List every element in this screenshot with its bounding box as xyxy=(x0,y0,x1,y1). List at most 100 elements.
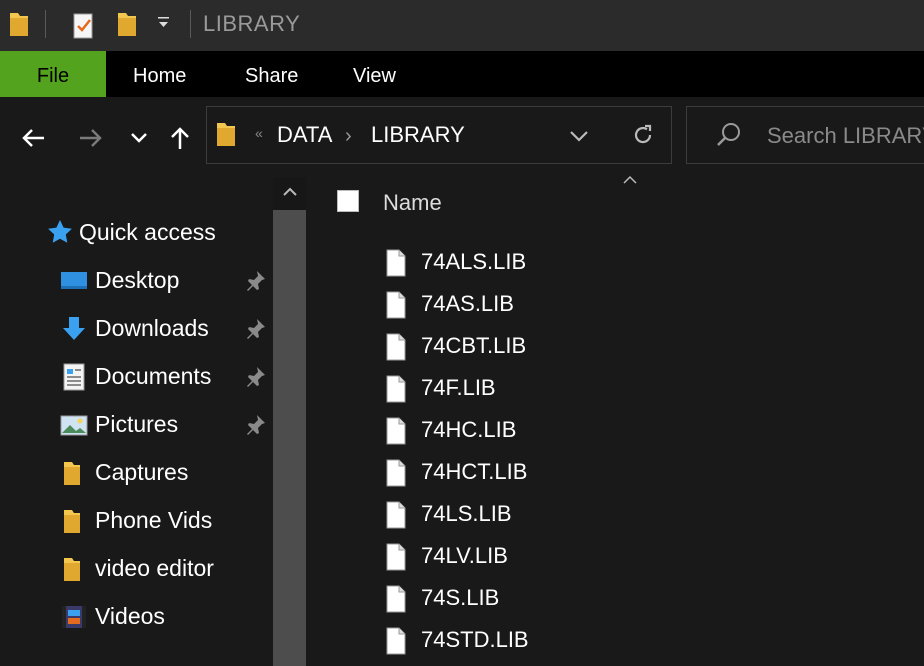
search-box[interactable]: Search LIBRARY xyxy=(686,106,924,164)
desktop-icon xyxy=(60,267,88,295)
refresh-icon xyxy=(634,124,652,144)
ribbon-tabs: File Home Share View xyxy=(0,51,924,97)
documents-icon xyxy=(60,363,88,391)
list-item[interactable]: 74LV.LIB xyxy=(310,535,924,577)
breadcrumb-overflow[interactable]: « xyxy=(255,125,263,141)
forward-button[interactable] xyxy=(74,121,108,155)
new-folder-icon[interactable] xyxy=(116,8,138,45)
sidebar-item-quick-access[interactable]: Quick access xyxy=(0,211,273,255)
chevron-down-icon xyxy=(131,133,147,143)
sidebar-item-documents[interactable]: Documents xyxy=(0,355,273,399)
sidebar-item-label: Captures xyxy=(95,459,189,485)
pin-icon[interactable] xyxy=(243,269,267,293)
list-item[interactable]: 74CBT.LIB xyxy=(310,325,924,367)
scrollbar-thumb[interactable] xyxy=(273,210,306,666)
file-icon xyxy=(386,543,406,576)
pictures-icon xyxy=(60,411,88,439)
list-item[interactable]: 74ALS.LIB xyxy=(310,241,924,283)
breadcrumb-library[interactable]: LIBRARY xyxy=(371,122,465,148)
breadcrumb-data[interactable]: DATA xyxy=(277,122,332,148)
file-name: 74S.LIB xyxy=(421,585,500,610)
sidebar-item-downloads[interactable]: Downloads xyxy=(0,307,273,351)
file-name: 74LV.LIB xyxy=(421,543,508,568)
up-arrow-icon xyxy=(171,127,189,149)
address-dropdown-button[interactable] xyxy=(569,129,589,147)
tab-share[interactable]: Share xyxy=(245,51,298,97)
tab-file[interactable]: File xyxy=(0,51,106,97)
videos-icon xyxy=(60,603,88,631)
file-icon xyxy=(386,291,406,324)
address-bar[interactable]: « DATA › LIBRARY xyxy=(206,106,672,164)
refresh-button[interactable] xyxy=(631,123,655,152)
sidebar-item-label: Documents xyxy=(95,363,212,389)
file-icon xyxy=(386,249,406,282)
file-name: 74AS.LIB xyxy=(421,291,514,316)
divider xyxy=(190,10,191,38)
pin-icon[interactable] xyxy=(243,413,267,437)
file-icon xyxy=(386,459,406,492)
sort-ascending-icon xyxy=(622,173,638,191)
file-icon xyxy=(386,501,406,534)
divider xyxy=(45,10,46,38)
file-name: 74HC.LIB xyxy=(421,417,517,442)
list-item[interactable]: 74HCT.LIB xyxy=(310,451,924,493)
title-bar: LIBRARY xyxy=(0,0,924,51)
pin-icon[interactable] xyxy=(243,317,267,341)
properties-icon[interactable] xyxy=(72,8,96,45)
sidebar-item-label: Videos xyxy=(95,603,165,629)
downloads-icon xyxy=(60,315,88,343)
back-button[interactable] xyxy=(16,121,50,155)
search-input[interactable]: Search LIBRARY xyxy=(767,123,924,149)
navigation-bar: « DATA › LIBRARY Search LIBRARY xyxy=(0,97,924,177)
file-list: Name 74ALS.LIB 74AS.LIB 74CBT.LIB 74F.LI… xyxy=(310,175,924,666)
sidebar-item-label: video editor xyxy=(95,555,214,581)
file-icon xyxy=(386,627,406,660)
sidebar-scrollbar[interactable] xyxy=(273,177,306,666)
folder-icon xyxy=(60,459,88,487)
sidebar-item-video-editor[interactable]: video editor xyxy=(0,547,273,591)
up-button[interactable] xyxy=(163,121,197,155)
folder-icon xyxy=(60,507,88,535)
list-item[interactable]: 74HC.LIB xyxy=(310,409,924,451)
sidebar-item-label: Pictures xyxy=(95,411,179,437)
file-icon xyxy=(386,375,406,408)
column-header-name[interactable]: Name xyxy=(383,190,442,216)
list-item[interactable]: 74F.LIB xyxy=(310,367,924,409)
file-name: 74F.LIB xyxy=(421,375,496,400)
customize-toolbar-icon[interactable] xyxy=(156,14,172,39)
scroll-up-icon[interactable] xyxy=(282,185,298,203)
folder-icon xyxy=(215,119,237,154)
select-all-checkbox[interactable] xyxy=(337,190,359,212)
list-item[interactable]: 74AS.LIB xyxy=(310,283,924,325)
list-item[interactable]: 74S.LIB xyxy=(310,577,924,619)
recent-locations-button[interactable] xyxy=(122,121,156,155)
tab-home[interactable]: Home xyxy=(133,51,186,97)
file-icon xyxy=(386,333,406,366)
list-item[interactable]: 74STD.LIB xyxy=(310,619,924,661)
sidebar-item-pictures[interactable]: Pictures xyxy=(0,403,273,447)
folder-icon xyxy=(60,555,88,583)
file-name: 74CBT.LIB xyxy=(421,333,527,358)
file-name: 74ALS.LIB xyxy=(421,249,527,274)
breadcrumb-separator-icon[interactable]: › xyxy=(345,125,352,148)
list-item[interactable]: 74LS.LIB xyxy=(310,493,924,535)
sidebar-item-label: Downloads xyxy=(95,315,209,341)
folder-icon[interactable] xyxy=(8,8,30,45)
sidebar-item-phone-vids[interactable]: Phone Vids xyxy=(0,499,273,543)
pin-icon[interactable] xyxy=(243,365,267,389)
sidebar-item-label: Desktop xyxy=(95,267,180,293)
window-title: LIBRARY xyxy=(203,11,301,36)
file-name: 74STD.LIB xyxy=(421,627,529,652)
file-icon xyxy=(386,585,406,618)
search-icon xyxy=(715,121,743,154)
navigation-pane: Quick access Desktop Downloads Documents xyxy=(0,177,273,666)
sidebar-item-captures[interactable]: Captures xyxy=(0,451,273,495)
sidebar-item-desktop[interactable]: Desktop xyxy=(0,259,273,303)
forward-arrow-icon xyxy=(80,129,102,147)
sidebar-item-videos[interactable]: Videos xyxy=(0,595,273,639)
sidebar-item-label: Phone Vids xyxy=(95,507,213,533)
sidebar-item-label: Quick access xyxy=(79,219,216,245)
tab-view[interactable]: View xyxy=(353,51,396,97)
file-icon xyxy=(386,417,406,450)
back-arrow-icon xyxy=(22,129,44,147)
